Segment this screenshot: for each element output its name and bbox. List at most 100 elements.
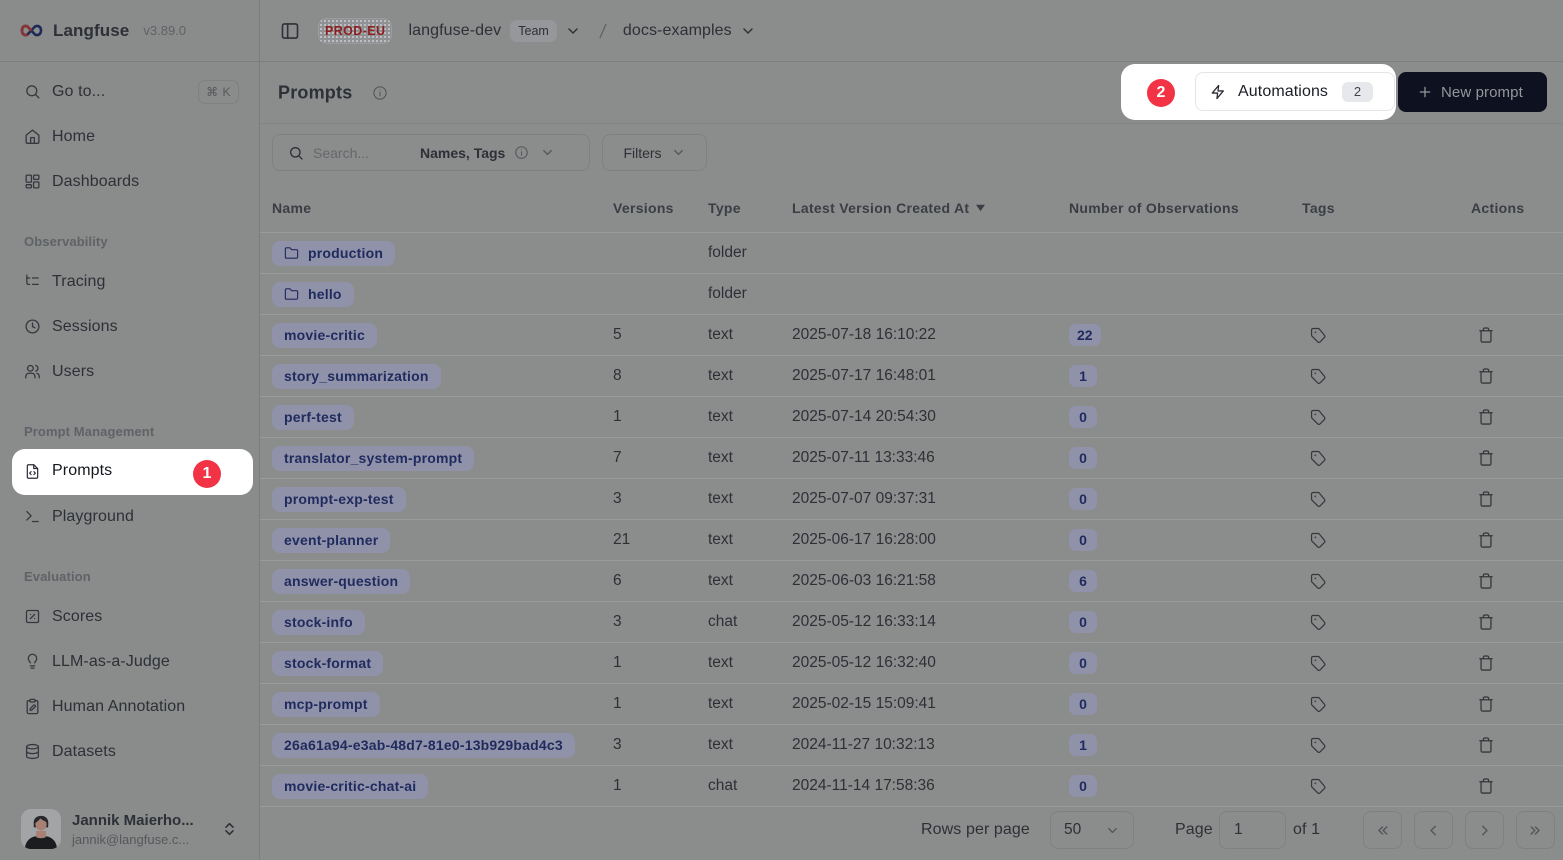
sidebar-item-datasets[interactable]: Datasets bbox=[0, 729, 259, 774]
prompt-link[interactable]: stock-info bbox=[272, 610, 365, 635]
observations-cell: 6 bbox=[1069, 561, 1097, 601]
observations-count-pill[interactable]: 1 bbox=[1069, 365, 1097, 387]
tag-icon[interactable] bbox=[1310, 327, 1327, 344]
prompt-link[interactable]: story_summarization bbox=[272, 364, 441, 389]
list-tree-icon bbox=[24, 273, 41, 290]
prompt-link[interactable]: event-planner bbox=[272, 528, 390, 553]
trash-icon[interactable] bbox=[1477, 449, 1495, 467]
column-header-name[interactable]: Name bbox=[272, 183, 311, 232]
observations-count-pill[interactable]: 0 bbox=[1069, 652, 1097, 674]
versions-cell: 8 bbox=[613, 356, 622, 396]
sidebar-item-go-to[interactable]: Go to...⌘ K bbox=[0, 69, 259, 114]
tag-icon[interactable] bbox=[1310, 737, 1327, 754]
trash-icon[interactable] bbox=[1477, 695, 1495, 713]
tag-icon[interactable] bbox=[1310, 409, 1327, 426]
user-menu[interactable]: Jannik Maierho... jannik@langfuse.c... bbox=[0, 798, 259, 860]
observations-count-pill[interactable]: 0 bbox=[1069, 488, 1097, 510]
next-page-button[interactable] bbox=[1465, 811, 1504, 849]
type-cell: folder bbox=[708, 233, 747, 273]
folder-icon bbox=[284, 246, 299, 261]
prompt-link[interactable]: perf-test bbox=[272, 405, 354, 430]
filters-button[interactable]: Filters bbox=[602, 134, 707, 171]
sidebar-section-label: Observability bbox=[0, 233, 259, 251]
tag-icon[interactable] bbox=[1310, 573, 1327, 590]
trash-icon[interactable] bbox=[1477, 613, 1495, 631]
tag-icon[interactable] bbox=[1310, 450, 1327, 467]
first-page-button[interactable] bbox=[1363, 811, 1402, 849]
trash-icon[interactable] bbox=[1477, 654, 1495, 672]
column-header-latest-version[interactable]: Latest Version Created At bbox=[792, 183, 985, 232]
title-info-icon[interactable] bbox=[372, 85, 388, 101]
observations-count-pill[interactable]: 0 bbox=[1069, 447, 1097, 469]
automations-button[interactable]: Automations 2 bbox=[1195, 72, 1395, 111]
prompt-link[interactable]: movie-critic bbox=[272, 323, 377, 348]
sidebar-item-llm-as-a-judge[interactable]: LLM-as-a-Judge bbox=[0, 639, 259, 684]
trash-icon[interactable] bbox=[1477, 367, 1495, 385]
environment-badge[interactable]: PROD-EU bbox=[318, 18, 392, 44]
rows-per-page-select[interactable]: 50 bbox=[1050, 811, 1134, 849]
observations-count-pill[interactable]: 22 bbox=[1069, 324, 1101, 346]
tour-highlight-prompts[interactable]: Prompts 1 bbox=[12, 449, 253, 495]
prompt-link[interactable]: prompt-exp-test bbox=[272, 487, 406, 512]
search-input[interactable] bbox=[313, 145, 409, 161]
tag-icon[interactable] bbox=[1310, 614, 1327, 631]
last-page-button[interactable] bbox=[1516, 811, 1555, 849]
sidebar-item-tracing[interactable]: Tracing bbox=[0, 259, 259, 304]
folder-link[interactable]: production bbox=[272, 241, 395, 266]
breadcrumb-project[interactable]: docs-examples bbox=[623, 22, 732, 40]
observations-count-pill[interactable]: 1 bbox=[1069, 734, 1097, 756]
prompt-link[interactable]: movie-critic-chat-ai bbox=[272, 774, 428, 799]
tags-cell bbox=[1302, 397, 1327, 437]
tag-icon[interactable] bbox=[1310, 655, 1327, 672]
sidebar-item-home[interactable]: Home bbox=[0, 114, 259, 159]
trash-icon[interactable] bbox=[1477, 490, 1495, 508]
sidebar-item-human-annotation[interactable]: Human Annotation bbox=[0, 684, 259, 729]
trash-icon[interactable] bbox=[1477, 326, 1495, 344]
tag-icon[interactable] bbox=[1310, 491, 1327, 508]
sidebar-toggle-icon[interactable] bbox=[280, 21, 300, 41]
type-cell: text bbox=[708, 397, 733, 437]
tag-icon[interactable] bbox=[1310, 778, 1327, 795]
previous-page-button[interactable] bbox=[1414, 811, 1453, 849]
sidebar-item-dashboards[interactable]: Dashboards bbox=[0, 159, 259, 204]
sidebar-item-users[interactable]: Users bbox=[0, 349, 259, 394]
prompt-link[interactable]: 26a61a94-e3ab-48d7-81e0-13b929bad4c3 bbox=[272, 733, 575, 758]
sidebar-item-scores[interactable]: Scores bbox=[0, 594, 259, 639]
observations-count-pill[interactable]: 6 bbox=[1069, 570, 1097, 592]
tag-icon[interactable] bbox=[1310, 532, 1327, 549]
folder-link[interactable]: hello bbox=[272, 282, 354, 307]
trash-icon[interactable] bbox=[1477, 572, 1495, 590]
tag-icon[interactable] bbox=[1310, 368, 1327, 385]
page-number-input[interactable] bbox=[1219, 811, 1286, 849]
tags-cell bbox=[1302, 520, 1327, 560]
column-header-tags[interactable]: Tags bbox=[1302, 183, 1335, 232]
observations-count-pill[interactable]: 0 bbox=[1069, 529, 1097, 551]
type-cell: text bbox=[708, 725, 733, 765]
project-chevron-down-icon[interactable] bbox=[740, 23, 756, 39]
column-header-versions[interactable]: Versions bbox=[613, 183, 674, 232]
observations-count-pill[interactable]: 0 bbox=[1069, 611, 1097, 633]
sidebar-item-playground[interactable]: Playground bbox=[0, 494, 259, 539]
prompt-link[interactable]: answer-question bbox=[272, 569, 410, 594]
observations-count-pill[interactable]: 0 bbox=[1069, 406, 1097, 428]
new-prompt-button[interactable]: New prompt bbox=[1398, 72, 1547, 112]
trash-icon[interactable] bbox=[1477, 408, 1495, 426]
prompt-name: answer-question bbox=[284, 573, 398, 589]
trash-icon[interactable] bbox=[1477, 777, 1495, 795]
prompt-link[interactable]: stock-format bbox=[272, 651, 383, 676]
org-chevron-down-icon[interactable] bbox=[565, 23, 581, 39]
prompt-link[interactable]: translator_system-prompt bbox=[272, 446, 474, 471]
observations-count-pill[interactable]: 0 bbox=[1069, 693, 1097, 715]
trash-icon[interactable] bbox=[1477, 736, 1495, 754]
sidebar-item-sessions[interactable]: Sessions bbox=[0, 304, 259, 349]
breadcrumb-org[interactable]: langfuse-dev bbox=[408, 22, 501, 40]
observations-cell: 0 bbox=[1069, 643, 1097, 683]
tag-icon[interactable] bbox=[1310, 696, 1327, 713]
observations-count-pill[interactable]: 0 bbox=[1069, 775, 1097, 797]
column-header-type[interactable]: Type bbox=[708, 183, 741, 232]
search-scope-select[interactable]: Names, Tags bbox=[420, 145, 555, 161]
column-header-observations[interactable]: Number of Observations bbox=[1069, 183, 1239, 232]
prompt-link[interactable]: mcp-prompt bbox=[272, 692, 380, 717]
trash-icon[interactable] bbox=[1477, 531, 1495, 549]
langfuse-logo-icon bbox=[20, 23, 43, 38]
